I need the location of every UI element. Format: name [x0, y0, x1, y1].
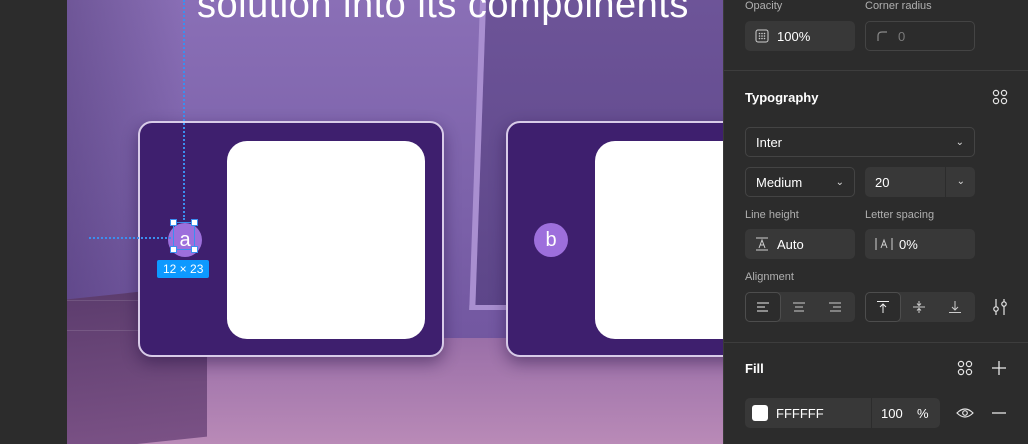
- measurement-guide-horizontal: [89, 237, 171, 239]
- corner-radius-field[interactable]: 0: [865, 21, 975, 51]
- font-family-value: Inter: [756, 134, 783, 150]
- card-b-white-panel[interactable]: [595, 141, 723, 339]
- font-size-field[interactable]: 20 ⌄: [865, 167, 975, 197]
- align-top-button[interactable]: [865, 292, 901, 322]
- field-separator: [871, 398, 872, 428]
- typography-section-title: Typography: [745, 90, 819, 105]
- align-right-button[interactable]: [817, 292, 853, 322]
- fill-color-swatch[interactable]: [752, 405, 768, 421]
- letter-spacing-label: Letter spacing: [865, 209, 935, 221]
- corner-radius-value: 0: [898, 28, 906, 44]
- alignment-label: Alignment: [745, 271, 794, 283]
- align-bottom-button[interactable]: [937, 292, 973, 322]
- align-middle-icon: [913, 301, 925, 313]
- align-middle-button[interactable]: [901, 292, 937, 322]
- measurement-guide-vertical: [183, 0, 185, 220]
- opacity-label: Opacity: [745, 0, 783, 12]
- align-center-icon: [793, 302, 805, 312]
- section-divider: [724, 70, 1028, 71]
- canvas-heading-text[interactable]: solution into its compoinents: [197, 0, 689, 27]
- fill-styles-icon[interactable]: [953, 356, 977, 380]
- opacity-icon: [755, 29, 769, 43]
- type-settings-icon[interactable]: [988, 295, 1012, 319]
- section-divider: [724, 342, 1028, 343]
- align-left-button[interactable]: [745, 292, 781, 322]
- letter-spacing-icon: [875, 237, 893, 251]
- resize-handle-bottom-right[interactable]: [191, 246, 198, 253]
- vertical-align-group: [865, 292, 975, 322]
- resize-handle-top-right[interactable]: [191, 219, 198, 226]
- resize-handle-top-left[interactable]: [170, 219, 177, 226]
- properties-panel: Opacity Corner radius 100% 0 Typography …: [723, 0, 1028, 444]
- horizontal-align-group: [745, 292, 855, 322]
- card-b-letter-badge[interactable]: b: [534, 223, 568, 257]
- canvas-left-gutter: [0, 0, 67, 444]
- align-bottom-icon: [949, 301, 961, 313]
- font-weight-select[interactable]: Medium ⌄: [745, 167, 855, 197]
- line-height-label: Line height: [745, 209, 799, 221]
- letter-spacing-field[interactable]: 0%: [865, 229, 975, 259]
- chevron-down-icon: ⌄: [955, 137, 964, 148]
- font-weight-value: Medium: [756, 174, 803, 190]
- remove-fill-minus-icon[interactable]: [987, 401, 1011, 425]
- line-height-value: Auto: [777, 236, 804, 252]
- card-b[interactable]: b: [506, 121, 723, 357]
- text-styles-icon[interactable]: [988, 85, 1012, 109]
- opacity-field[interactable]: 100%: [745, 21, 855, 51]
- selection-size-label: 12 × 23: [157, 260, 210, 278]
- line-height-icon: [755, 237, 769, 251]
- align-center-button[interactable]: [781, 292, 817, 322]
- selection-box[interactable]: [170, 219, 198, 253]
- fill-opacity-value[interactable]: 100: [881, 406, 911, 421]
- eye-icon[interactable]: [953, 401, 977, 425]
- opacity-value: 100%: [777, 28, 811, 44]
- corner-radius-label: Corner radius: [865, 0, 932, 12]
- card-a-white-panel[interactable]: [227, 141, 425, 339]
- line-height-field[interactable]: Auto: [745, 229, 855, 259]
- font-family-select[interactable]: Inter ⌄: [745, 127, 975, 157]
- align-left-icon: [757, 302, 769, 312]
- font-size-value: 20: [875, 174, 890, 190]
- fill-color-field[interactable]: FFFFFF 100 %: [745, 398, 940, 428]
- align-top-icon: [877, 301, 889, 313]
- add-fill-plus-icon[interactable]: [987, 356, 1011, 380]
- chevron-down-icon: ⌄: [956, 176, 965, 187]
- align-right-icon: [829, 302, 841, 312]
- font-size-dropdown-button[interactable]: ⌄: [945, 167, 975, 197]
- resize-handle-bottom-left[interactable]: [170, 246, 177, 253]
- fill-hex-value[interactable]: FFFFFF: [776, 406, 871, 421]
- letter-spacing-value: 0%: [899, 236, 918, 252]
- fill-section-title: Fill: [745, 361, 764, 376]
- design-canvas[interactable]: solution into its compoinents a b 12 × 2…: [67, 0, 723, 444]
- chevron-down-icon: ⌄: [835, 177, 844, 188]
- fill-percent-sign: %: [917, 405, 929, 421]
- corner-radius-icon: [876, 30, 888, 42]
